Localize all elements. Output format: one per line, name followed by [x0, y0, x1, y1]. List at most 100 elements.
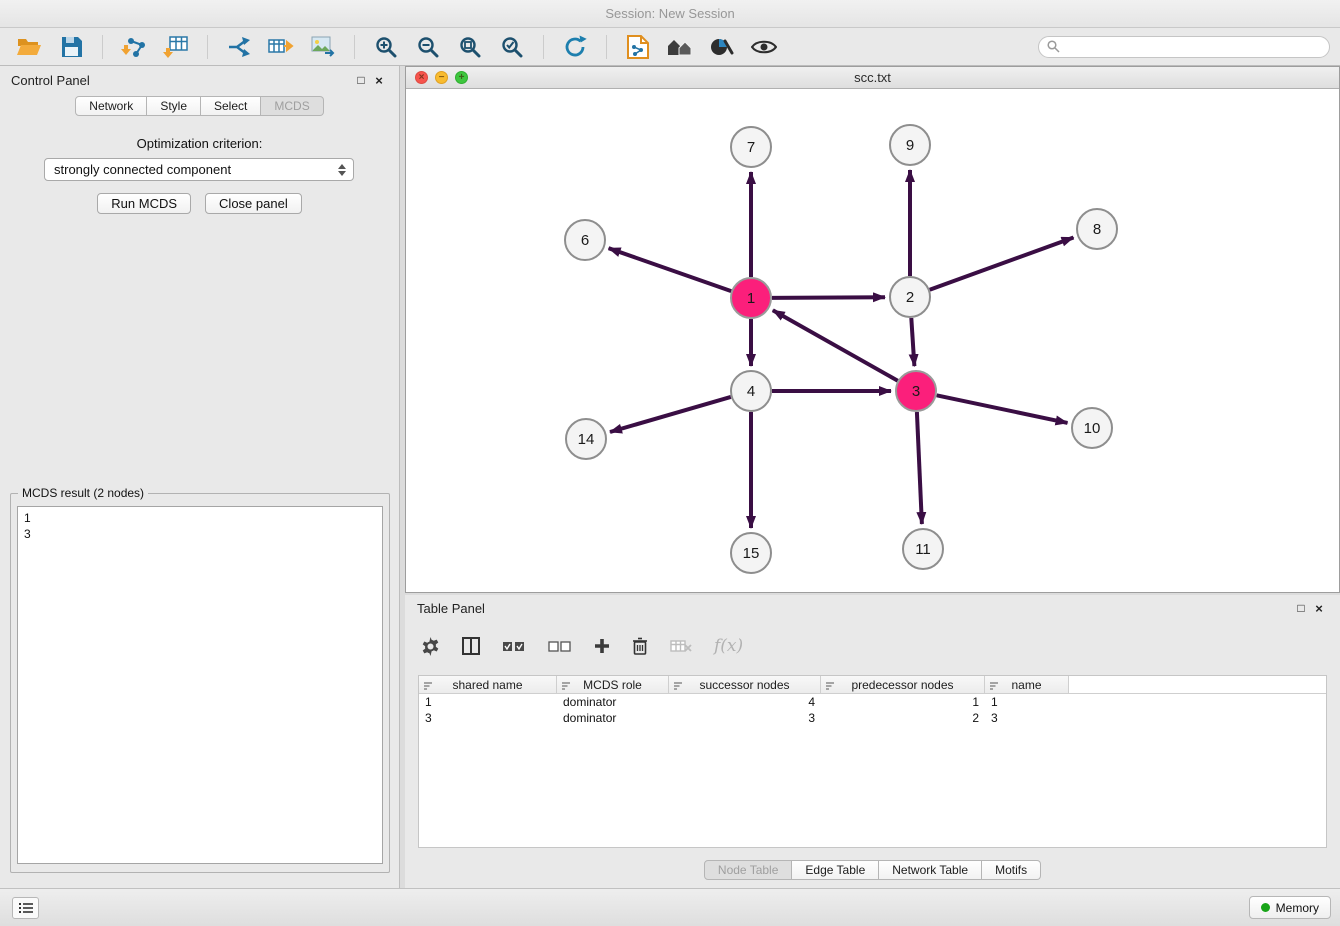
toolbar-separator	[354, 35, 355, 59]
graphics-details-button[interactable]	[703, 32, 741, 62]
add-row-button[interactable]	[594, 631, 610, 661]
run-mcds-button[interactable]: Run MCDS	[97, 193, 191, 214]
import-table-icon	[163, 35, 189, 59]
tab-style[interactable]: Style	[147, 96, 201, 116]
memory-button[interactable]: Memory	[1249, 896, 1331, 919]
network-table-button[interactable]	[262, 32, 300, 62]
column-header-shared-name[interactable]: shared name	[419, 676, 557, 693]
table-cell[interactable]: 3	[419, 710, 557, 726]
search-field[interactable]	[1038, 36, 1330, 58]
table-cell[interactable]: 1	[821, 694, 985, 710]
network-graph[interactable]: 7 9 6 8 1 2 4 3 14 10 15 11	[406, 89, 1339, 592]
graphics-details-icon	[710, 37, 734, 57]
save-session-button[interactable]	[52, 32, 90, 62]
table-cell[interactable]: 3	[669, 710, 821, 726]
maximize-window-icon[interactable]: +	[455, 71, 468, 84]
graph-node-8[interactable]: 8	[1077, 209, 1117, 249]
table-row[interactable]: 1dominator411	[419, 694, 1326, 710]
export-image-icon	[311, 36, 336, 57]
tab-network[interactable]: Network	[75, 96, 147, 116]
graph-node-4[interactable]: 4	[731, 371, 771, 411]
document-network-button[interactable]	[619, 32, 657, 62]
network-window-titlebar[interactable]: × − + scc.txt	[406, 67, 1339, 89]
graph-node-1[interactable]: 1	[731, 278, 771, 318]
zoom-selected-button[interactable]	[493, 32, 531, 62]
graph-node-15[interactable]: 15	[731, 533, 771, 573]
graph-edge-3-10[interactable]	[937, 395, 1068, 423]
graph-node-3[interactable]: 3	[896, 371, 936, 411]
close-panel-button[interactable]: Close panel	[205, 193, 302, 214]
control-panel-header: Control Panel □ ×	[0, 66, 399, 94]
tab-edge-table[interactable]: Edge Table	[792, 860, 879, 880]
table-cell[interactable]: 2	[821, 710, 985, 726]
float-table-panel-icon[interactable]: □	[1292, 601, 1310, 615]
column-header-name[interactable]: name	[985, 676, 1069, 693]
graph-edge-3-1[interactable]	[773, 310, 898, 380]
zoom-out-button[interactable]	[409, 32, 447, 62]
graph-edge-2-8[interactable]	[930, 238, 1074, 290]
gear-icon	[421, 637, 440, 656]
tab-network-table[interactable]: Network Table	[879, 860, 982, 880]
search-input[interactable]	[1065, 40, 1321, 54]
close-window-icon[interactable]: ×	[415, 71, 428, 84]
graph-edge-2-3[interactable]	[911, 318, 914, 366]
tab-select[interactable]: Select	[201, 96, 261, 116]
table-cell[interactable]: dominator	[557, 694, 669, 710]
graph-node-2[interactable]: 2	[890, 277, 930, 317]
refresh-icon	[563, 35, 587, 59]
graph-node-10[interactable]: 10	[1072, 408, 1112, 448]
export-image-button[interactable]	[304, 32, 342, 62]
trash-icon	[632, 637, 648, 655]
mcds-result-list[interactable]: 13	[17, 506, 383, 864]
graph-edge-1-2[interactable]	[772, 297, 885, 298]
tab-mcds[interactable]: MCDS	[261, 96, 323, 116]
split-columns-button[interactable]	[462, 631, 480, 661]
graph-node-14[interactable]: 14	[566, 419, 606, 459]
task-history-button[interactable]	[12, 897, 39, 919]
graph-node-7[interactable]: 7	[731, 127, 771, 167]
delete-row-button[interactable]	[632, 631, 648, 661]
result-line: 3	[24, 526, 376, 542]
refresh-view-button[interactable]	[556, 32, 594, 62]
table-cell[interactable]: 1	[985, 694, 1069, 710]
select-all-button[interactable]	[502, 631, 526, 661]
close-panel-icon[interactable]: ×	[370, 73, 388, 88]
column-header-predecessor-nodes[interactable]: predecessor nodes	[821, 676, 985, 693]
minimize-window-icon[interactable]: −	[435, 71, 448, 84]
show-hide-button[interactable]	[745, 32, 783, 62]
list-icon	[18, 902, 34, 914]
table-cell[interactable]: dominator	[557, 710, 669, 726]
unselect-all-icon	[548, 640, 572, 653]
table-header-row: shared nameMCDS rolesuccessor nodesprede…	[419, 676, 1326, 694]
graph-node-11[interactable]: 11	[903, 529, 943, 569]
table-cell[interactable]: 3	[985, 710, 1069, 726]
graph-node-6[interactable]: 6	[565, 220, 605, 260]
table-cell[interactable]: 1	[419, 694, 557, 710]
zoom-in-button[interactable]	[367, 32, 405, 62]
import-table-button[interactable]	[157, 32, 195, 62]
neighborhood-button[interactable]	[661, 32, 699, 62]
graph-node-9[interactable]: 9	[890, 125, 930, 165]
column-header-MCDS-role[interactable]: MCDS role	[557, 676, 669, 693]
control-panel-tabs: NetworkStyleSelectMCDS	[0, 96, 399, 116]
table-cell[interactable]: 4	[669, 694, 821, 710]
new-network-button[interactable]	[220, 32, 258, 62]
table-row[interactable]: 3dominator323	[419, 710, 1326, 726]
optimization-dropdown[interactable]: strongly connected component	[44, 158, 354, 181]
column-header-successor-nodes[interactable]: successor nodes	[669, 676, 821, 693]
graph-edge-4-14[interactable]	[610, 397, 731, 432]
close-table-panel-icon[interactable]: ×	[1310, 601, 1328, 616]
graph-edge-3-11[interactable]	[917, 412, 922, 524]
table-settings-button[interactable]	[421, 631, 440, 661]
table-panel-title: Table Panel	[417, 601, 485, 616]
graph-edge-1-6[interactable]	[609, 248, 732, 291]
zoom-fit-button[interactable]	[451, 32, 489, 62]
traffic-lights: × − +	[415, 71, 468, 84]
unselect-all-button[interactable]	[548, 631, 572, 661]
tab-motifs[interactable]: Motifs	[982, 860, 1041, 880]
control-panel: Control Panel □ × NetworkStyleSelectMCDS…	[0, 66, 400, 888]
float-panel-icon[interactable]: □	[352, 73, 370, 87]
open-session-button[interactable]	[10, 32, 48, 62]
import-network-button[interactable]	[115, 32, 153, 62]
tab-node-table[interactable]: Node Table	[704, 860, 793, 880]
